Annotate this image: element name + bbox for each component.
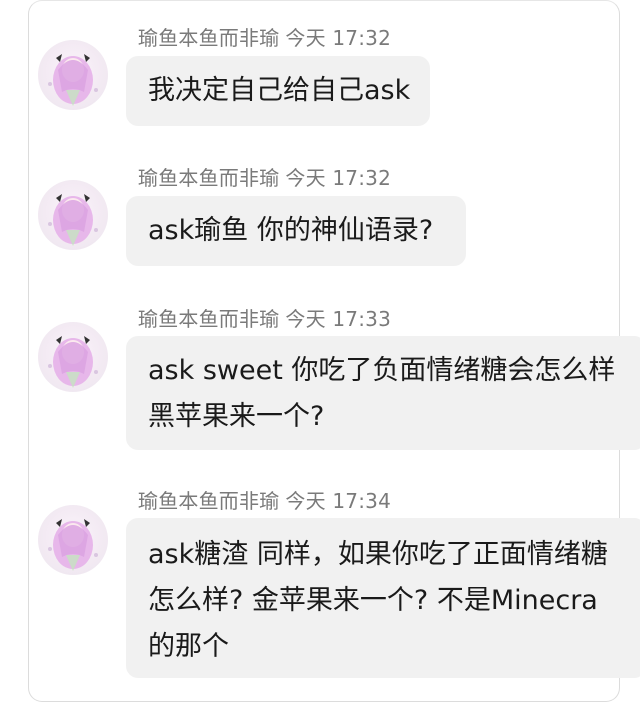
anime-girl-avatar-icon	[48, 194, 98, 246]
anime-girl-avatar-icon	[48, 336, 98, 388]
sender-name: 瑜鱼本鱼而非瑜	[138, 166, 280, 190]
message-bubble[interactable]: 我决定自己给自己ask	[126, 56, 430, 126]
message-text-line: 黑苹果来一个?	[148, 401, 325, 432]
message-time: 今天 17:33	[285, 307, 392, 331]
sender-avatar[interactable]	[38, 40, 108, 110]
sender-avatar[interactable]	[38, 322, 108, 392]
message-text-line: ask sweet 你吃了负面情绪糖会怎么样	[148, 355, 616, 386]
message-text: ask瑜鱼 你的神仙语录?	[148, 215, 434, 246]
message-meta: 瑜鱼本鱼而非瑜 今天 17:32	[138, 22, 391, 51]
sender-avatar[interactable]	[38, 505, 108, 575]
message-text-line: 的那个	[148, 631, 229, 662]
sender-avatar[interactable]	[38, 180, 108, 250]
message-text-line: 怎么样? 金苹果来一个? 不是Minecra	[148, 585, 598, 616]
message-meta: 瑜鱼本鱼而非瑜 今天 17:33	[138, 303, 391, 332]
message-time: 今天 17:32	[285, 166, 392, 190]
sender-name: 瑜鱼本鱼而非瑜	[138, 307, 280, 331]
message-time: 今天 17:34	[285, 489, 392, 513]
sender-name: 瑜鱼本鱼而非瑜	[138, 489, 280, 513]
message-text: 我决定自己给自己ask	[148, 75, 411, 106]
anime-girl-avatar-icon	[48, 54, 98, 106]
message-bubble[interactable]: ask sweet 你吃了负面情绪糖会怎么样 黑苹果来一个?	[126, 336, 640, 450]
anime-girl-avatar-icon	[48, 519, 98, 571]
message-meta: 瑜鱼本鱼而非瑜 今天 17:34	[138, 485, 391, 514]
message-meta: 瑜鱼本鱼而非瑜 今天 17:32	[138, 162, 391, 191]
message-bubble[interactable]: ask瑜鱼 你的神仙语录?	[126, 196, 466, 266]
message-bubble[interactable]: ask糖渣 同样，如果你吃了正面情绪糖 怎么样? 金苹果来一个? 不是Minec…	[126, 518, 640, 678]
message-time: 今天 17:32	[285, 26, 392, 50]
message-text-line: ask糖渣 同样，如果你吃了正面情绪糖	[148, 539, 608, 570]
sender-name: 瑜鱼本鱼而非瑜	[138, 26, 280, 50]
